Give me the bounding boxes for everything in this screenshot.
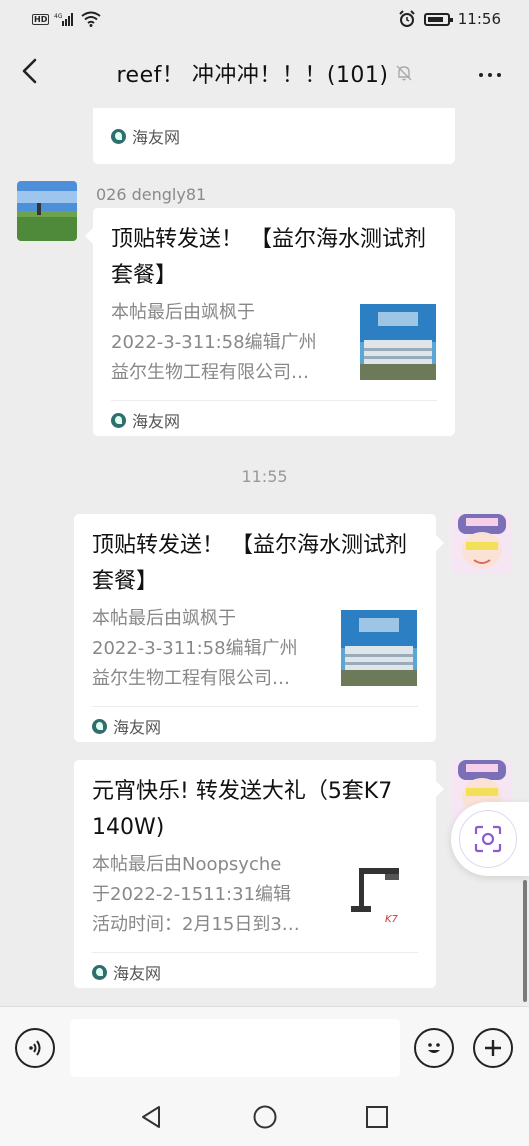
- card-source: 海友网: [111, 408, 180, 432]
- card-thumbnail-image: [341, 610, 417, 686]
- nav-back-triangle-icon[interactable]: [138, 1104, 164, 1130]
- dot-icon: [479, 73, 483, 77]
- card-desc-line: 本帖最后由飒枫于: [92, 608, 236, 629]
- svg-text:K7: K7: [385, 914, 399, 925]
- source-logo-icon: [111, 128, 126, 144]
- card-desc-line: 活动时间：2月15日到3…: [92, 914, 300, 935]
- avatar-cartoon-image: [452, 514, 512, 574]
- card-divider: [92, 952, 418, 953]
- card-source: 海友网: [92, 714, 161, 738]
- status-time: 11:56: [457, 10, 501, 28]
- source-logo-icon: [111, 412, 126, 428]
- chevron-left-icon: [22, 58, 37, 84]
- bubble-tail: [436, 535, 444, 551]
- battery-icon: [423, 12, 453, 26]
- scrollbar[interactable]: [523, 880, 527, 1002]
- card-title: 元宵快乐! 转发送大礼（5套K7 140W): [92, 779, 393, 840]
- card-divider: [111, 400, 437, 401]
- card-divider: [92, 706, 418, 707]
- signal-icon: 4G: [54, 13, 74, 26]
- status-bar: HD 4G 11:56: [0, 0, 529, 38]
- link-card[interactable]: 顶贴转发送！ 【益尔海水测试剂套餐】 本帖最后由飒枫于 2022-3-311:5…: [74, 514, 436, 742]
- bubble-tail: [85, 228, 93, 244]
- link-card[interactable]: 元宵快乐! 转发送大礼（5套K7 140W) 本帖最后由Noopsyche 于2…: [74, 760, 436, 988]
- dot-icon: [488, 73, 492, 77]
- mute-bell-icon: [396, 65, 412, 81]
- status-right: 11:56: [398, 10, 501, 28]
- source-label: 海友网: [132, 128, 181, 147]
- avatar-self[interactable]: [452, 514, 512, 574]
- sender-name: 026 dengly81: [96, 185, 207, 204]
- voice-button[interactable]: [15, 1028, 55, 1068]
- wifi-icon: [81, 11, 101, 27]
- timestamp: 11:55: [241, 467, 288, 486]
- avatar[interactable]: [17, 181, 77, 241]
- link-card[interactable]: 顶贴转发送！ 【益尔海水测试剂套餐】 本帖最后由飒枫于 2022-3-311:5…: [93, 208, 455, 436]
- card-desc-line: 2022-3-311:58编辑广州: [111, 332, 317, 353]
- alarm-icon: [399, 10, 415, 27]
- nav-recents-square-icon[interactable]: [364, 1104, 390, 1130]
- voice-icon: [29, 1040, 41, 1056]
- smiley-icon: [428, 1043, 440, 1053]
- nav-home-circle-icon[interactable]: [252, 1104, 278, 1130]
- source-label: 海友网: [132, 412, 181, 431]
- plus-icon: [485, 1040, 501, 1056]
- float-inner: [459, 810, 517, 868]
- add-button[interactable]: [473, 1028, 513, 1068]
- card-source: 海友网: [92, 960, 161, 984]
- card-title: 顶贴转发送！ 【益尔海水测试剂套餐】: [111, 227, 426, 288]
- more-options-button[interactable]: [473, 60, 507, 90]
- chat-area[interactable]: 海友网 026 dengly81 顶贴转发送！ 【益尔海水测试剂套餐】 本帖最后…: [0, 108, 529, 1006]
- source-label: 海友网: [113, 964, 162, 983]
- card-thumbnail-image: K7: [341, 856, 417, 932]
- title-wrap: reef！ 冲冲冲！！！(101): [116, 57, 412, 89]
- status-left: HD 4G: [32, 11, 101, 27]
- message-input[interactable]: [70, 1019, 400, 1077]
- card-description: 本帖最后由飒枫于 2022-3-311:58编辑广州 益尔生物工程有限公司…: [92, 604, 322, 694]
- card-description: 本帖最后由Noopsyche 于2022-2-1511:31编辑 活动时间：2月…: [92, 850, 322, 940]
- chat-header: reef！ 冲冲冲！！！(101): [0, 38, 529, 108]
- card-thumbnail-image: [360, 304, 436, 380]
- card-desc-line: 益尔生物工程有限公司…: [111, 362, 309, 383]
- hd-badge: HD: [32, 13, 50, 25]
- link-card-partial[interactable]: 海友网: [93, 108, 455, 164]
- card-desc-line: 于2022-2-1511:31编辑: [92, 884, 292, 905]
- card-title: 顶贴转发送！ 【益尔海水测试剂套餐】: [92, 533, 407, 594]
- card-desc-line: 益尔生物工程有限公司…: [92, 668, 290, 689]
- emoji-button[interactable]: [414, 1028, 454, 1068]
- dot-icon: [497, 73, 501, 77]
- input-bar: [0, 1006, 529, 1088]
- source-label: 海友网: [113, 718, 162, 737]
- bubble-tail: [436, 781, 444, 797]
- card-desc-line: 本帖最后由飒枫于: [111, 302, 255, 323]
- floating-scan-button[interactable]: [451, 802, 529, 876]
- source-logo-icon: [92, 964, 107, 980]
- card-desc-line: 本帖最后由Noopsyche: [92, 854, 282, 875]
- card-source: 海友网: [111, 124, 180, 148]
- system-navigation-bar: [0, 1088, 529, 1146]
- chat-title: reef！ 冲冲冲！！！(101): [116, 63, 389, 88]
- svg-text:4G: 4G: [54, 13, 63, 20]
- card-description: 本帖最后由飒枫于 2022-3-311:58编辑广州 益尔生物工程有限公司…: [111, 298, 341, 388]
- card-desc-line: 2022-3-311:58编辑广州: [92, 638, 298, 659]
- back-button[interactable]: [14, 54, 48, 88]
- scan-icon: [474, 825, 502, 853]
- avatar-landscape-image: [17, 181, 77, 241]
- source-logo-icon: [92, 718, 107, 734]
